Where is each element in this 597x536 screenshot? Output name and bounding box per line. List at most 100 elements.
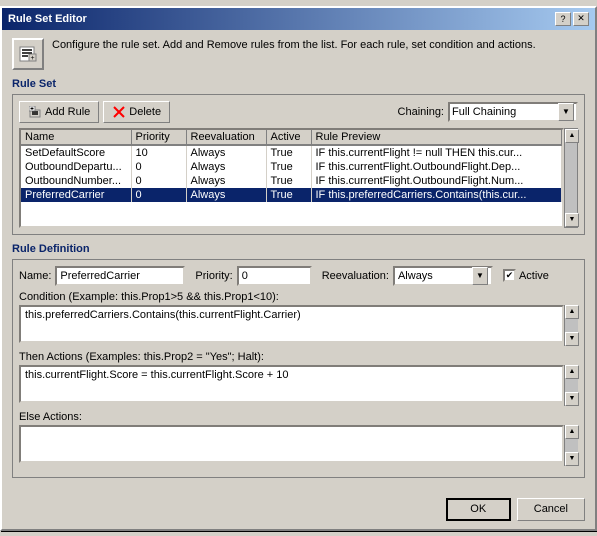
title-bar-controls: ? ✕ [555,12,589,26]
cell-reevaluation: Always [186,145,266,160]
cell-active: True [266,145,311,160]
rule-set-editor-window: Rule Set Editor ? ✕ + Configure the rule… [0,6,597,531]
priority-label: Priority: [195,270,232,282]
else-textarea[interactable] [19,425,564,463]
name-label: Name: [19,270,51,282]
name-field: Name: [19,266,185,286]
col-priority[interactable]: Priority [131,130,186,145]
then-label: Then Actions (Examples: this.Prop2 = "Ye… [19,351,578,363]
help-button[interactable]: ? [555,12,571,26]
col-active[interactable]: Active [266,130,311,145]
rules-table-scroll: Name Priority Reevaluation Active Rule P… [19,128,564,228]
scroll-up-btn[interactable]: ▲ [565,129,579,143]
cell-priority: 0 [131,160,186,174]
cell-name: SetDefaultScore [21,145,131,160]
else-label: Else Actions: [19,411,578,423]
active-label: Active [519,270,549,282]
cell-priority: 10 [131,145,186,160]
cell-reevaluation: Always [186,160,266,174]
priority-input[interactable] [237,266,312,286]
add-icon [28,105,42,119]
active-field: ✔ Active [503,269,549,282]
chaining-label: Chaining: [398,106,444,118]
then-scrollbar[interactable]: ▲ ▼ [564,365,578,406]
bottom-bar: OK Cancel [2,492,595,529]
cell-preview: IF this.currentFlight.OutboundFlight.Dep… [311,160,562,174]
then-textarea-wrap: ▲ ▼ [19,365,578,406]
title-bar: Rule Set Editor ? ✕ [2,8,595,30]
chaining-arrow[interactable]: ▼ [558,103,574,121]
reevaluation-label: Reevaluation: [322,270,389,282]
table-row[interactable]: PreferredCarrier0AlwaysTrueIF this.prefe… [21,188,562,202]
active-checkbox[interactable]: ✔ [503,269,516,282]
chaining-value: Full Chaining [452,106,558,118]
info-text: Configure the rule set. Add and Remove r… [52,38,536,53]
else-scrollbar[interactable]: ▲ ▼ [564,425,578,466]
col-name[interactable]: Name [21,130,131,145]
cell-name: OutboundDepartu... [21,160,131,174]
add-rule-button[interactable]: Add Rule [19,101,99,123]
cond-scroll-down[interactable]: ▼ [565,332,579,346]
chaining-dropdown[interactable]: Full Chaining ▼ [448,102,578,122]
rule-set-section: Rule Set Add Rule [12,78,585,235]
else-scroll-down[interactable]: ▼ [565,452,579,466]
rule-set-toolbar: Add Rule Delete Chaining: Full Chaining [19,101,578,123]
else-scroll-up[interactable]: ▲ [565,425,579,439]
table-header-row: Name Priority Reevaluation Active Rule P… [21,130,562,145]
close-button[interactable]: ✕ [573,12,589,26]
cell-active: True [266,188,311,202]
rule-set-label: Rule Set [12,78,585,90]
cell-preview: IF this.preferredCarriers.Contains(this.… [311,188,562,202]
ok-button[interactable]: OK [446,498,511,521]
cell-active: True [266,160,311,174]
col-reevaluation[interactable]: Reevaluation [186,130,266,145]
condition-label: Condition (Example: this.Prop1>5 && this… [19,291,578,303]
table-row[interactable]: OutboundNumber...0AlwaysTrueIF this.curr… [21,174,562,188]
priority-field: Priority: [195,266,311,286]
cancel-button[interactable]: Cancel [517,498,585,521]
toolbar-right: Chaining: Full Chaining ▼ [398,102,578,122]
rule-set-box: Add Rule Delete Chaining: Full Chaining [12,94,585,235]
svg-text:+: + [30,55,34,62]
cell-reevaluation: Always [186,174,266,188]
ruleset-icon: + [18,44,38,64]
then-textarea[interactable] [19,365,564,403]
then-scroll-down[interactable]: ▼ [565,392,579,406]
reevaluation-value: Always [398,270,472,282]
condition-textarea[interactable] [19,305,564,343]
add-rule-label: Add Rule [45,106,90,118]
col-preview[interactable]: Rule Preview [311,130,562,145]
delete-icon [112,105,126,119]
table-row[interactable]: SetDefaultScore10AlwaysTrueIF this.curre… [21,145,562,160]
rule-def-box: Name: Priority: Reevaluation: Always ▼ [12,259,585,478]
table-scrollbar[interactable]: ▲ ▼ [564,128,578,228]
condition-textarea-wrap: ▲ ▼ [19,305,578,346]
window-title: Rule Set Editor [8,13,87,25]
then-scroll-up[interactable]: ▲ [565,365,579,379]
name-input[interactable] [55,266,185,286]
cell-priority: 0 [131,174,186,188]
info-icon: + [12,38,44,70]
cond-scroll-track [565,319,578,332]
cell-priority: 0 [131,188,186,202]
rules-table: Name Priority Reevaluation Active Rule P… [21,130,562,202]
cell-reevaluation: Always [186,188,266,202]
cell-name: OutboundNumber... [21,174,131,188]
cell-active: True [266,174,311,188]
reeval-arrow[interactable]: ▼ [472,267,488,285]
table-row[interactable]: OutboundDepartu...0AlwaysTrueIF this.cur… [21,160,562,174]
reevaluation-dropdown[interactable]: Always ▼ [393,266,493,286]
scroll-down-btn[interactable]: ▼ [565,213,579,227]
delete-button[interactable]: Delete [103,101,170,123]
else-textarea-wrap: ▲ ▼ [19,425,578,466]
cell-name: PreferredCarrier [21,188,131,202]
cond-scroll-up[interactable]: ▲ [565,305,579,319]
reevaluation-field: Reevaluation: Always ▼ [322,266,493,286]
condition-scrollbar[interactable]: ▲ ▼ [564,305,578,346]
info-row: + Configure the rule set. Add and Remove… [12,38,585,70]
rule-def-label: Rule Definition [12,243,585,255]
rules-table-wrapper: Name Priority Reevaluation Active Rule P… [19,128,578,228]
content-area: + Configure the rule set. Add and Remove… [2,30,595,492]
toolbar-left: Add Rule Delete [19,101,170,123]
cell-preview: IF this.currentFlight != null THEN this.… [311,145,562,160]
